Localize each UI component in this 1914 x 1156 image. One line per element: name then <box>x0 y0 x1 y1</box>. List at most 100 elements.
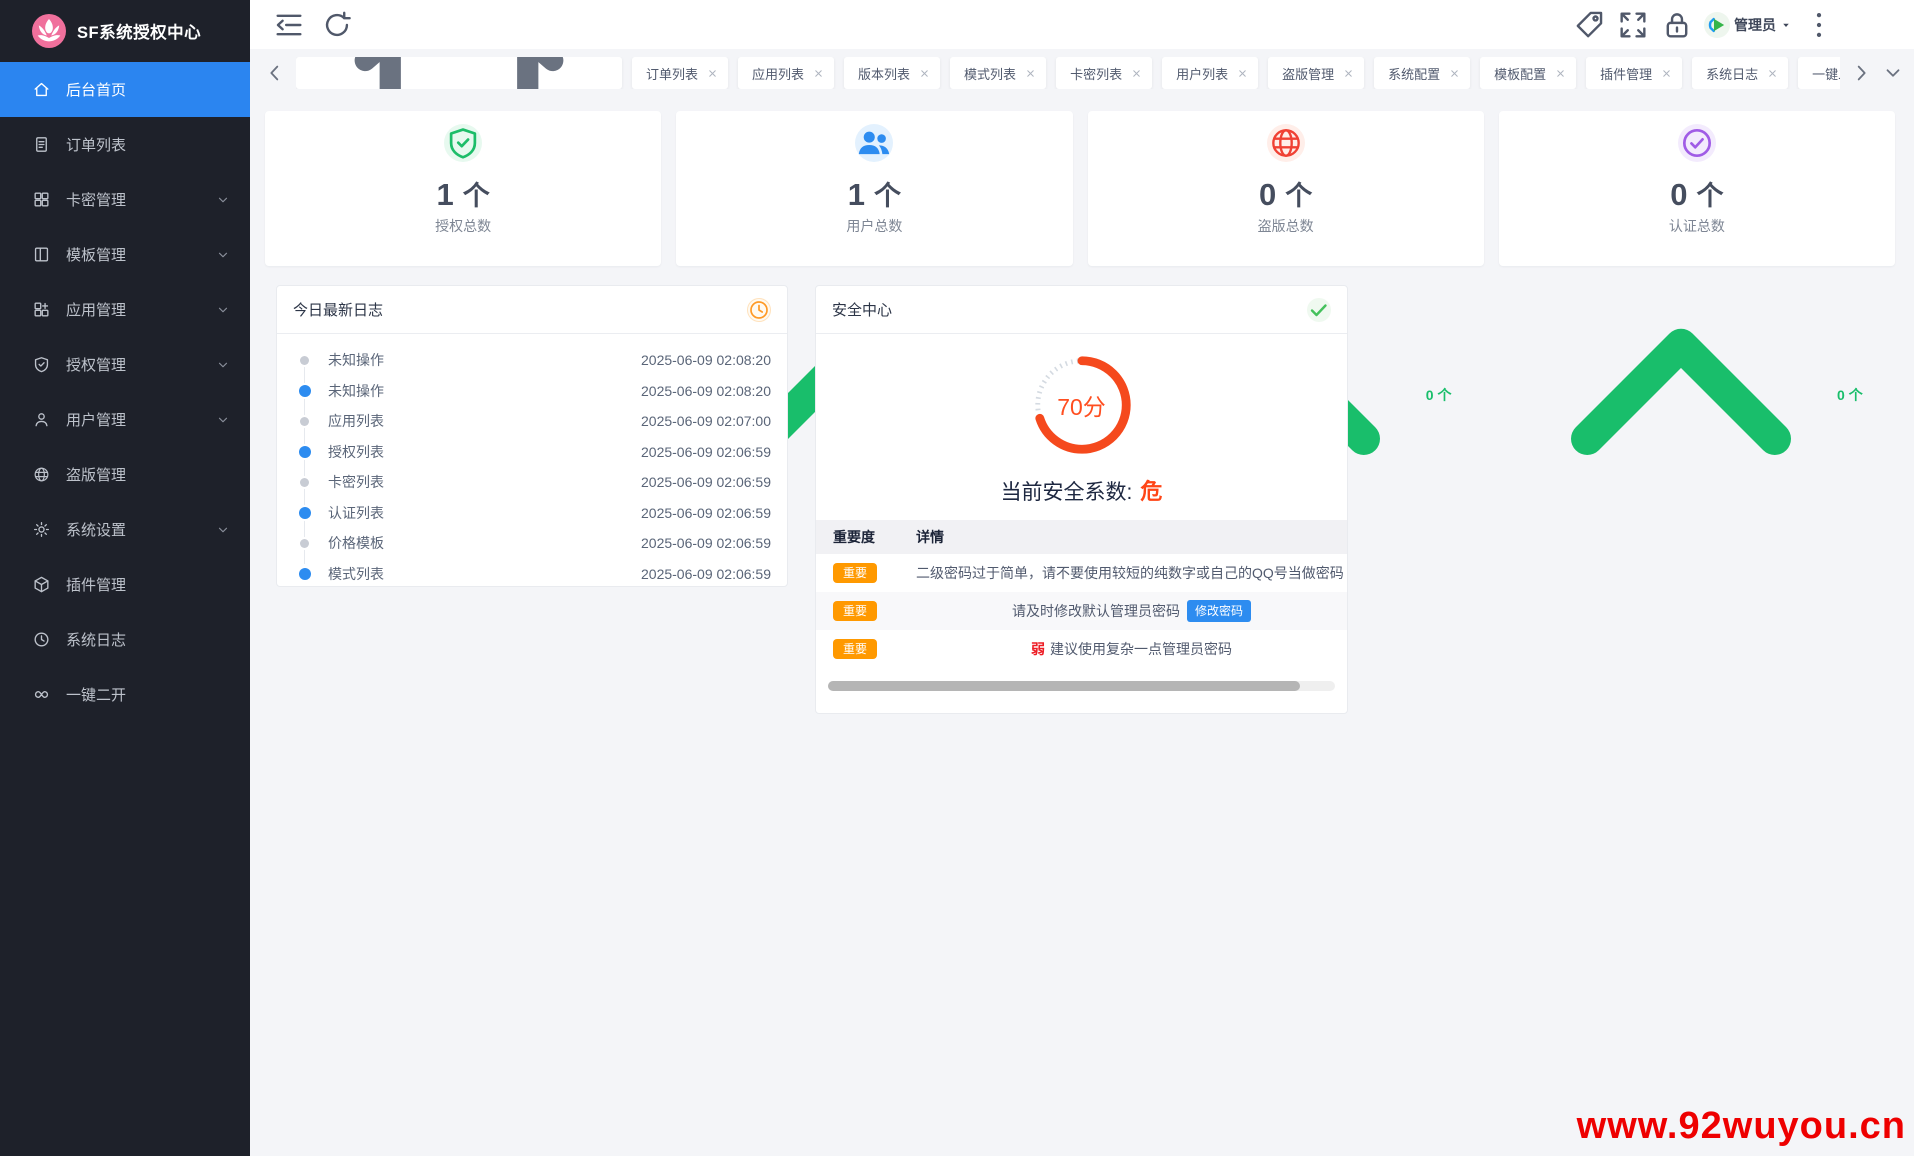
topbar-left <box>272 8 354 42</box>
tab-item[interactable]: 应用列表 <box>738 57 834 89</box>
refresh-icon[interactable] <box>320 8 354 42</box>
timeline-dot <box>300 356 309 365</box>
importance-badge: 重要 <box>833 601 877 621</box>
chevron-down-icon <box>216 193 230 207</box>
check-icon <box>1307 298 1331 322</box>
sidebar-item[interactable]: 授权管理 <box>0 337 250 392</box>
security-panel-title: 安全中心 <box>832 299 892 320</box>
sidebar-item-icon <box>32 685 51 704</box>
tab-close-icon[interactable] <box>1661 68 1672 79</box>
security-issue-row: 重要 弱 建议使用复杂一点管理员密码 <box>816 630 1347 668</box>
stat-unit: 个 <box>1697 174 1724 213</box>
sidebar-item[interactable]: 系统设置 <box>0 502 250 557</box>
log-label: 卡密列表 <box>328 472 641 492</box>
sidebar-item-icon <box>32 575 51 594</box>
tab-close-icon[interactable] <box>1237 68 1248 79</box>
tab-item[interactable]: 版本列表 <box>844 57 940 89</box>
tabs-scroll-right-icon[interactable] <box>1850 62 1872 84</box>
stat-label: 授权总数 <box>435 216 491 236</box>
stat-icon <box>1267 124 1305 162</box>
kebab-menu-icon[interactable] <box>1802 8 1836 42</box>
tab-close-icon[interactable] <box>1025 68 1036 79</box>
stat-number: 1 <box>848 177 865 213</box>
stat-unit: 个 <box>1285 174 1312 213</box>
timeline-dot <box>299 385 311 397</box>
tab-label: 系统配置 <box>1388 64 1440 83</box>
tab-item[interactable]: 订单列表 <box>632 57 728 89</box>
log-timestamp: 2025-06-09 02:06:59 <box>641 505 771 521</box>
tabs-menu-icon[interactable] <box>1882 62 1904 84</box>
timeline-dot <box>300 539 309 548</box>
sidebar-item-icon <box>32 410 51 429</box>
stat-trend: 0 个 <box>1531 245 1863 545</box>
log-timestamp: 2025-06-09 02:06:59 <box>641 444 771 460</box>
stat-value: 0 个 <box>1259 174 1312 213</box>
tabs-scroll-left-icon[interactable] <box>264 62 286 84</box>
app-root: SF系统授权中心 后台首页 订单列表 卡密管理 <box>0 0 1914 1156</box>
log-timestamp: 2025-06-09 02:08:20 <box>641 352 771 368</box>
tab-label: 应用列表 <box>752 64 804 83</box>
sidebar-item[interactable]: 盗版管理 <box>0 447 250 502</box>
home-icon <box>309 57 609 89</box>
timeline-dot <box>299 507 311 519</box>
sidebar: SF系统授权中心 后台首页 订单列表 卡密管理 <box>0 0 250 1156</box>
tab-item[interactable]: 用户列表 <box>1162 57 1258 89</box>
sidebar-item[interactable]: 一键二开 <box>0 667 250 722</box>
sidebar-item[interactable]: 用户管理 <box>0 392 250 447</box>
chevron-down-icon <box>216 523 230 537</box>
sidebar-item-label: 应用管理 <box>66 299 216 320</box>
watermark: www.92wuyou.cn <box>1577 1105 1906 1148</box>
tab-label: 一键二开 <box>1812 64 1840 83</box>
column-detail: 详情 <box>916 527 1347 547</box>
sidebar-item[interactable]: 应用管理 <box>0 282 250 337</box>
issue-text: 请及时修改默认管理员密码 <box>1012 601 1180 621</box>
stat-number: 1 <box>437 177 454 213</box>
tab-close-icon[interactable] <box>1555 68 1566 79</box>
tab-item[interactable]: 插件管理 <box>1586 57 1682 89</box>
tab-item[interactable]: 盗版管理 <box>1268 57 1364 89</box>
sidebar-item[interactable]: 插件管理 <box>0 557 250 612</box>
tab-close-icon[interactable] <box>1131 68 1142 79</box>
timeline-dot <box>299 446 311 458</box>
avatar[interactable] <box>1704 12 1730 38</box>
sidebar-item[interactable]: 卡密管理 <box>0 172 250 227</box>
sidebar-item[interactable]: 模板管理 <box>0 227 250 282</box>
tab-close-icon[interactable] <box>813 68 824 79</box>
stat-number: 0 <box>1670 177 1687 213</box>
tab-close-icon[interactable] <box>707 68 718 79</box>
sidebar-item-icon <box>32 630 51 649</box>
logs-panel-title: 今日最新日志 <box>293 299 383 320</box>
sidebar-item[interactable]: 后台首页 <box>0 62 250 117</box>
tab-item[interactable]: 一键二开 <box>1798 57 1840 89</box>
tab-item[interactable]: 系统日志 <box>1692 57 1788 89</box>
tag-icon[interactable] <box>1572 8 1606 42</box>
tab-home[interactable] <box>296 57 622 89</box>
tab-close-icon[interactable] <box>1343 68 1354 79</box>
tab-label: 插件管理 <box>1600 64 1652 83</box>
log-list: 未知操作 2025-06-09 02:08:20 未知操作 2025-06-09… <box>277 334 787 589</box>
tab-item[interactable]: 系统配置 <box>1374 57 1470 89</box>
stat-number: 0 <box>1259 177 1276 213</box>
stat-card: 1 个 授权总数 1 个 <box>265 111 661 266</box>
issue-text: 建议使用复杂一点管理员密码 <box>1050 639 1232 659</box>
sidebar-item[interactable]: 订单列表 <box>0 117 250 172</box>
stats-row: 1 个 授权总数 1 个 1 个 <box>265 111 1895 266</box>
log-timestamp: 2025-06-09 02:06:59 <box>641 535 771 551</box>
tab-close-icon[interactable] <box>1767 68 1778 79</box>
sidebar-item[interactable]: 系统日志 <box>0 612 250 667</box>
stat-label: 盗版总数 <box>1258 216 1314 236</box>
sidebar-item-label: 卡密管理 <box>66 189 216 210</box>
log-label: 模式列表 <box>328 564 641 584</box>
tab-item[interactable]: 模式列表 <box>950 57 1046 89</box>
tab-item[interactable]: 模板配置 <box>1480 57 1576 89</box>
user-menu[interactable]: 管理员 <box>1704 12 1792 38</box>
tab-item[interactable]: 卡密列表 <box>1056 57 1152 89</box>
tab-close-icon[interactable] <box>919 68 930 79</box>
scrollbar-thumb[interactable] <box>828 681 1300 691</box>
tabbar: 订单列表 应用列表 版本列表 <box>250 49 1914 97</box>
sidebar-collapse-icon[interactable] <box>272 8 306 42</box>
tab-close-icon[interactable] <box>1449 68 1460 79</box>
change-password-button[interactable]: 修改密码 <box>1187 600 1251 622</box>
lock-icon[interactable] <box>1660 8 1694 42</box>
fullscreen-icon[interactable] <box>1616 8 1650 42</box>
